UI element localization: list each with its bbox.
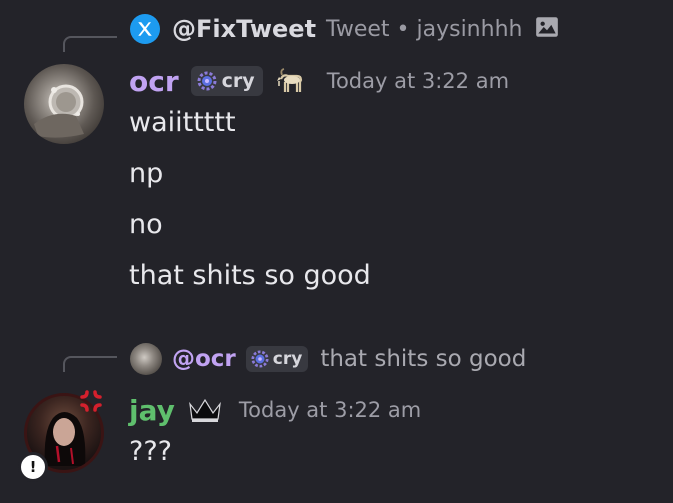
reply-connector xyxy=(63,356,117,372)
tag-label: cry xyxy=(272,349,303,369)
server-tag[interactable]: cry xyxy=(190,66,263,96)
avatar[interactable] xyxy=(24,64,104,144)
message-header: ocr cry Today at 3:22 am xyxy=(129,63,509,99)
username[interactable]: jay xyxy=(129,394,175,427)
crown-icon xyxy=(187,396,223,424)
reply-author[interactable]: @FixTweet xyxy=(172,15,316,43)
reply-text: that shits so good xyxy=(320,346,527,372)
gear-badge-icon xyxy=(251,350,269,368)
tag-label: cry xyxy=(221,70,255,92)
message-line[interactable]: ??? xyxy=(129,436,172,467)
goat-icon xyxy=(275,67,305,95)
reply-connector xyxy=(63,36,117,52)
message-line[interactable]: np xyxy=(129,158,163,189)
timestamp[interactable]: Today at 3:22 am xyxy=(327,69,509,93)
message-header: jay Today at 3:22 am xyxy=(129,392,421,428)
server-tag[interactable]: cry xyxy=(245,346,309,372)
image-icon xyxy=(534,14,560,44)
alert-icon: ! xyxy=(29,458,37,476)
timestamp[interactable]: Today at 3:22 am xyxy=(239,398,421,422)
reply-meta: Tweet • jaysinhhh xyxy=(326,16,523,42)
gear-badge-icon xyxy=(197,71,217,91)
message-line[interactable]: waiittttt xyxy=(129,107,236,138)
reply-preview[interactable]: @ocr cry that shits so good xyxy=(130,342,526,376)
message-line[interactable]: that shits so good xyxy=(129,260,371,291)
reply-author[interactable]: @ocr xyxy=(172,346,236,372)
anger-icon xyxy=(78,388,104,414)
avatar-badge: ! xyxy=(18,452,48,482)
username[interactable]: ocr xyxy=(129,65,179,98)
x-logo-icon xyxy=(130,14,160,44)
reply-avatar[interactable] xyxy=(130,343,162,375)
reply-preview[interactable]: @FixTweet Tweet • jaysinhhh xyxy=(130,12,560,46)
message-line[interactable]: no xyxy=(129,209,163,240)
